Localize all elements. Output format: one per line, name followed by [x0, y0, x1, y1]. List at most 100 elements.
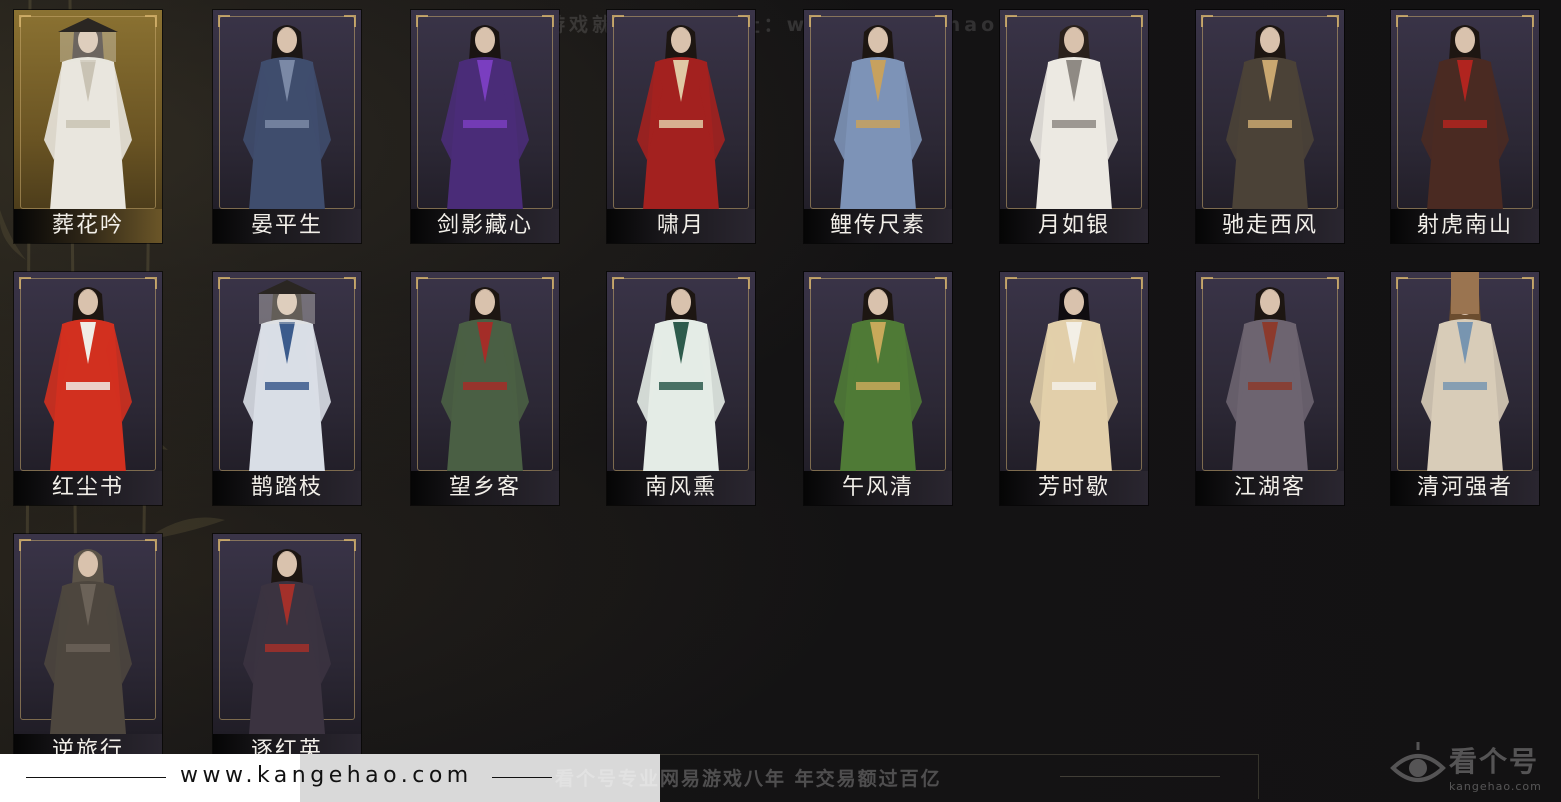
costume-card[interactable]: 红尘书: [14, 272, 162, 505]
belt: [1443, 120, 1487, 128]
costume-card[interactable]: 望乡客: [411, 272, 559, 505]
costume-name: 射虎南山: [1416, 213, 1513, 238]
site-url[interactable]: www.kangehao.com: [180, 763, 473, 788]
character-figure: [1030, 287, 1118, 472]
costume-card[interactable]: 午风清: [804, 272, 952, 505]
face: [78, 289, 98, 315]
character-figure: [44, 287, 132, 472]
face: [1260, 27, 1280, 53]
costume-name: 逆旅行: [51, 738, 124, 755]
belt: [66, 120, 110, 128]
divider-right: [492, 777, 552, 778]
costume-card[interactable]: 芳时歇: [1000, 272, 1148, 505]
face: [1064, 27, 1084, 53]
name-plate: 南风熏: [607, 471, 755, 505]
face: [671, 289, 691, 315]
belt: [265, 382, 309, 390]
name-plate: 晏平生: [213, 209, 361, 243]
costume-name: 清河强者: [1416, 475, 1513, 500]
costume-name: 逐红英: [250, 738, 323, 755]
character-figure: [243, 549, 331, 734]
bottom-bar: www.kangehao.com 看个号专业网易游戏八年 年交易额过百亿: [0, 754, 1561, 802]
belt: [659, 120, 703, 128]
character-figure: [637, 287, 725, 472]
character-figure: [637, 25, 725, 210]
costume-card[interactable]: 月如银: [1000, 10, 1148, 243]
name-plate: 午风清: [804, 471, 952, 505]
character-figure: [441, 287, 529, 472]
costume-name: 红尘书: [51, 475, 124, 500]
name-plate: 望乡客: [411, 471, 559, 505]
slogan-deco-line: [1060, 776, 1220, 777]
name-plate: 月如银: [1000, 209, 1148, 243]
costume-card[interactable]: 晏平生: [213, 10, 361, 243]
costume-card[interactable]: 射虎南山: [1391, 10, 1539, 243]
divider-left: [26, 777, 166, 778]
costume-name: 晏平生: [250, 213, 323, 238]
costume-card[interactable]: 啸月: [607, 10, 755, 243]
face: [78, 551, 98, 577]
costume-name: 鲤传尺素: [829, 213, 926, 238]
belt: [1443, 382, 1487, 390]
character-figure: [1421, 272, 1509, 472]
face: [868, 289, 888, 315]
name-plate: 驰走西风: [1196, 209, 1344, 243]
face: [1260, 289, 1280, 315]
belt: [265, 644, 309, 652]
name-plate: 射虎南山: [1391, 209, 1539, 243]
belt: [856, 382, 900, 390]
name-plate: 啸月: [607, 209, 755, 243]
face: [475, 27, 495, 53]
face: [277, 551, 297, 577]
name-plate: 清河强者: [1391, 471, 1539, 505]
costume-card[interactable]: 清河强者: [1391, 272, 1539, 505]
belt: [66, 644, 110, 652]
costume-name: 南风熏: [644, 475, 717, 500]
name-plate: 剑影藏心: [411, 209, 559, 243]
costume-name: 驰走西风: [1221, 213, 1318, 238]
costume-name: 葬花吟: [51, 213, 124, 238]
character-figure: [1421, 25, 1509, 210]
face: [1455, 27, 1475, 53]
costume-card[interactable]: 葬花吟: [14, 10, 162, 243]
costume-card[interactable]: 逐红英: [213, 534, 361, 754]
face: [868, 27, 888, 53]
character-figure: [834, 25, 922, 210]
face: [671, 27, 691, 53]
character-figure: [1226, 25, 1314, 210]
face: [475, 289, 495, 315]
belt: [1248, 120, 1292, 128]
costume-name: 望乡客: [448, 475, 521, 500]
character-figure: [1226, 287, 1314, 472]
costume-name: 江湖客: [1233, 475, 1306, 500]
name-plate: 鲤传尺素: [804, 209, 952, 243]
costume-name: 午风清: [841, 475, 914, 500]
character-figure: [44, 549, 132, 734]
top-watermark: 网易游戏就选看个号 网址：www.kangehao.com: [500, 14, 1066, 36]
character-figure: [243, 25, 331, 210]
belt: [463, 382, 507, 390]
belt: [1052, 382, 1096, 390]
costume-name: 芳时歇: [1037, 475, 1110, 500]
costume-card[interactable]: 鹊踏枝: [213, 272, 361, 505]
belt: [1248, 382, 1292, 390]
name-plate: 江湖客: [1196, 471, 1344, 505]
character-figure: [44, 18, 132, 210]
costume-card[interactable]: 驰走西风: [1196, 10, 1344, 243]
costume-gallery-screen: 网易游戏就选看个号 网址：www.kangehao.com 葬花吟 晏平生 剑影藏心…: [0, 0, 1561, 802]
name-plate: 红尘书: [14, 471, 162, 505]
belt: [463, 120, 507, 128]
costume-card[interactable]: 江湖客: [1196, 272, 1344, 505]
face: [1064, 289, 1084, 315]
costume-card[interactable]: 南风熏: [607, 272, 755, 505]
bamboo-hat: [58, 18, 118, 32]
logo-text: 看个号: [1449, 745, 1540, 778]
character-figure: [441, 25, 529, 210]
costume-card[interactable]: 逆旅行: [14, 534, 162, 754]
name-plate: 逆旅行: [14, 734, 162, 754]
belt: [265, 120, 309, 128]
costume-card[interactable]: 剑影藏心: [411, 10, 559, 243]
costume-name: 剑影藏心: [436, 213, 533, 238]
costume-card[interactable]: 鲤传尺素: [804, 10, 952, 243]
name-plate: 逐红英: [213, 734, 361, 754]
